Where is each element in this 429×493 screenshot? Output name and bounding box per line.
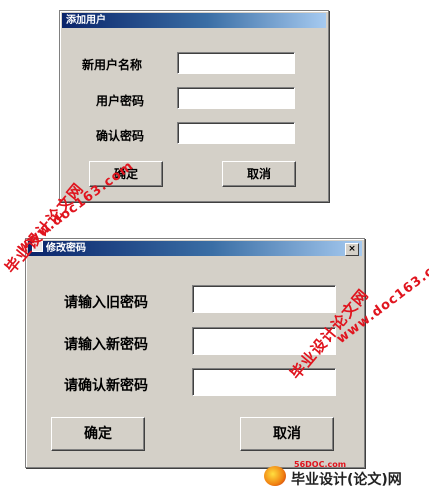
user-password-field[interactable] <box>177 87 295 109</box>
confirm-new-password-label: 请确认新密码 <box>64 378 148 394</box>
add-user-titlebar[interactable]: 添加用户 <box>62 13 326 28</box>
confirm-password-field[interactable] <box>177 122 295 144</box>
logo-text: 毕业设计(论文)网 <box>291 472 402 488</box>
change-password-titlebar[interactable]: 修改密码 × <box>28 241 362 256</box>
new-password-label: 请输入新密码 <box>64 337 148 353</box>
change-password-ok-button[interactable]: 确定 <box>51 417 145 451</box>
change-password-cancel-button[interactable]: 取消 <box>240 417 334 451</box>
add-user-title: 添加用户 <box>66 15 106 26</box>
site-logo: 56DOC.com 毕业设计(论文)网 <box>264 460 426 490</box>
confirm-new-password-field[interactable] <box>192 368 336 396</box>
new-username-field[interactable] <box>177 52 295 74</box>
logo-icon <box>264 466 286 486</box>
logo-url: 56DOC.com <box>294 460 347 469</box>
new-username-label: 新用户名称 <box>82 58 143 72</box>
old-password-label: 请输入旧密码 <box>64 295 148 311</box>
add-user-dialog: 添加用户 新用户名称 用户密码 确认密码 确定 取消 <box>59 10 329 202</box>
close-button[interactable]: × <box>345 243 359 256</box>
confirm-password-label: 确认密码 <box>96 129 145 143</box>
add-user-cancel-button[interactable]: 取消 <box>222 161 296 187</box>
old-password-field[interactable] <box>192 285 336 313</box>
user-password-label: 用户密码 <box>96 94 145 108</box>
change-password-title: 修改密码 <box>46 243 86 254</box>
